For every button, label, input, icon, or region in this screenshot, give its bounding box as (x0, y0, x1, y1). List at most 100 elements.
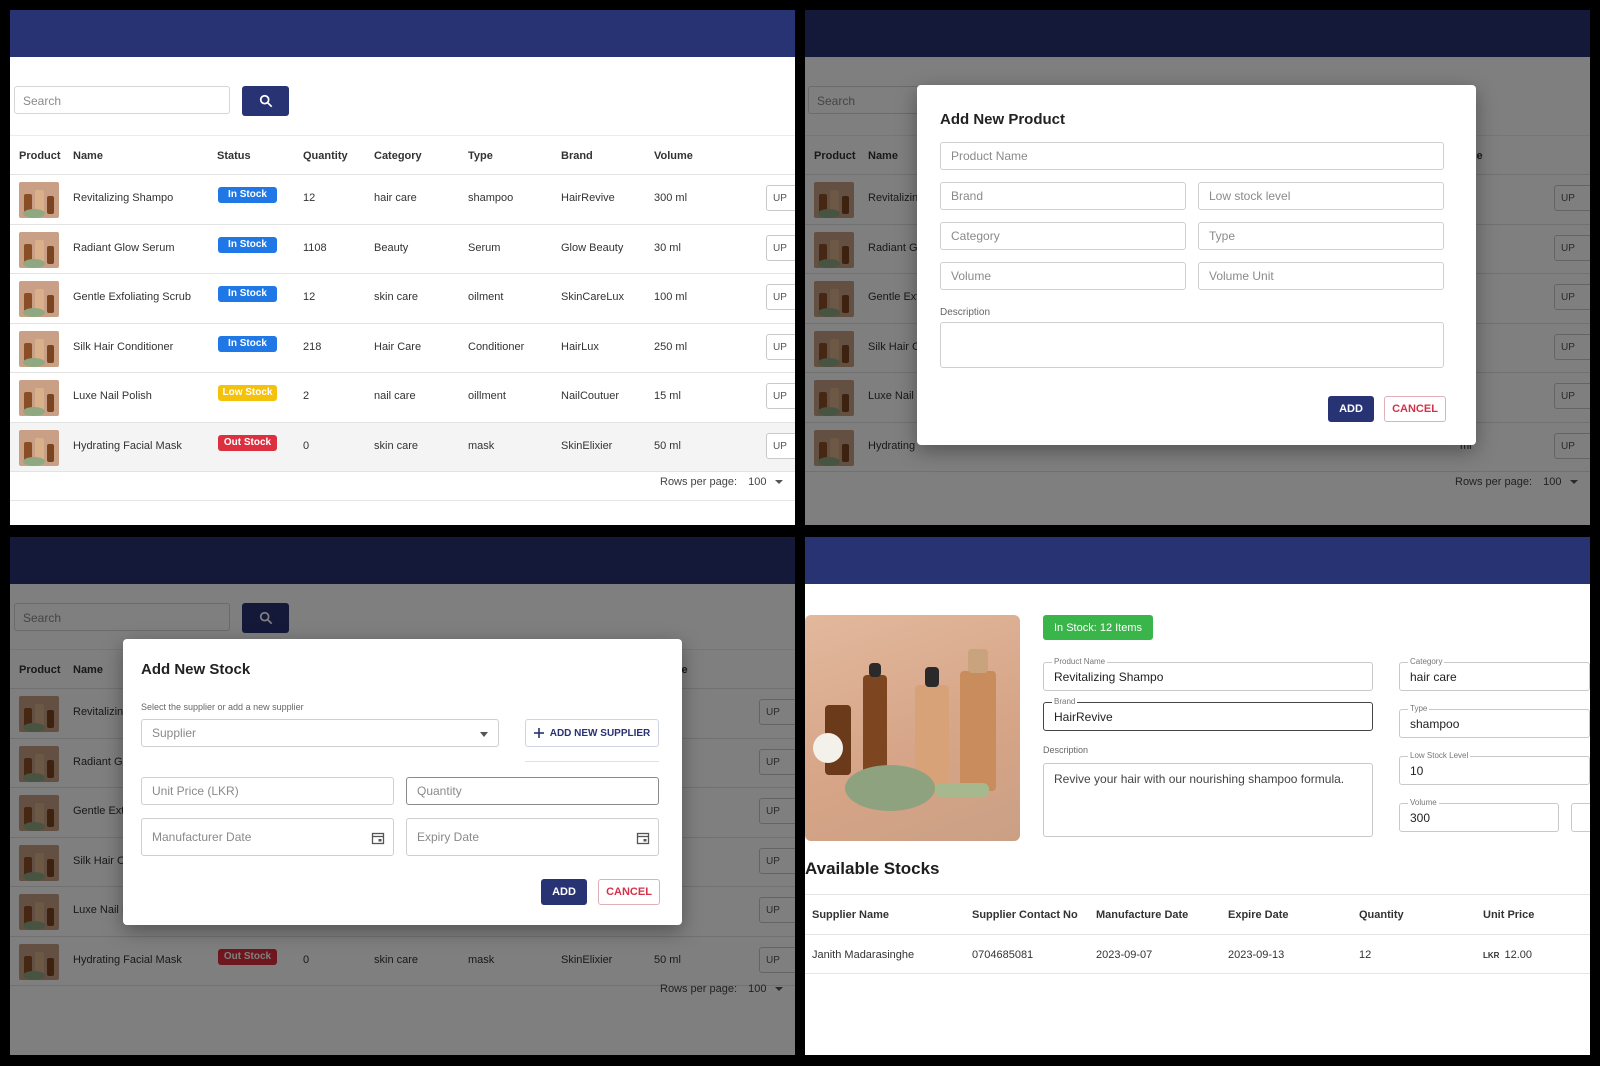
calendar-icon[interactable] (371, 831, 385, 845)
status-badge: In Stock (218, 335, 277, 352)
col-quantity: Quantity (303, 150, 348, 162)
category-label: Category (1408, 657, 1445, 666)
description-field[interactable]: Revive your hair with our nourishing sha… (1043, 763, 1373, 837)
status-badge: Out Stock (218, 434, 277, 451)
add-product-panel: Search Product Name ume RevitalizinmlUPR… (805, 10, 1590, 525)
quantity: 0 (303, 439, 310, 452)
product-thumbnail (19, 330, 59, 367)
search-input[interactable]: Search (14, 86, 230, 114)
chevron-down-icon (774, 480, 783, 485)
quantity-field[interactable]: Quantity (406, 777, 659, 805)
type-field[interactable]: Type (1198, 222, 1444, 250)
supplier-select[interactable]: Supplier (141, 719, 499, 747)
quantity: 1108 (303, 241, 327, 254)
add-button[interactable]: ADD (541, 879, 587, 905)
category: hair care (374, 192, 417, 204)
expiry-date-field[interactable]: Expiry Date (406, 818, 659, 856)
brand-field[interactable]: Brand (940, 182, 1186, 210)
description-field[interactable] (940, 322, 1444, 368)
update-button[interactable]: UP (766, 284, 795, 310)
product-table: Product Name Status Quantity Category Ty… (10, 135, 795, 472)
table-row[interactable]: Radiant Glow Serum 1108 Beauty Serum Glow Be… (10, 225, 795, 274)
type-field[interactable]: Type shampoo (1399, 704, 1590, 738)
description-label: Description (940, 307, 991, 318)
status-badge: In Stock (218, 286, 277, 302)
quantity: 218 (303, 340, 322, 353)
brand-field[interactable]: Brand HairRevive (1043, 697, 1373, 731)
product-list-panel: Search Product Name Status Quantity Cate… (10, 10, 795, 525)
type: Conditioner (468, 340, 525, 353)
supplier-select-value: Supplier (152, 726, 197, 740)
type: oilment (468, 291, 504, 303)
product-thumbnail (19, 231, 59, 268)
category-field[interactable]: Category hair care (1399, 657, 1590, 691)
volume-unit-field[interactable]: Volume Unit (1198, 262, 1444, 290)
unit-price: LKR 12.00 (1483, 949, 1532, 961)
col-status: Status (217, 150, 251, 162)
search-button[interactable] (242, 86, 289, 116)
add-new-supplier-button[interactable]: ADD NEW SUPPLIER (525, 719, 659, 747)
unit-price-field[interactable]: Unit Price (LKR) (141, 777, 394, 805)
volume-unit-field[interactable] (1571, 803, 1590, 832)
price-value: 12.00 (1504, 949, 1532, 961)
category: Hair Care (374, 340, 422, 353)
update-button[interactable]: UP (766, 333, 795, 360)
product-name-label: Product Name (1052, 657, 1108, 666)
brand: HairLux (561, 340, 599, 353)
update-button[interactable]: UP (766, 432, 795, 459)
update-button[interactable]: UP (766, 185, 795, 211)
add-stock-modal: Add New Stock Select the supplier or add… (123, 639, 682, 925)
table-row[interactable]: Gentle Exfoliating Scrub 12 skin care oilme… (10, 274, 795, 324)
table-row[interactable]: Hydrating Facial Mask 0 skin care mask SkinE… (10, 422, 795, 472)
volume: 50 ml (654, 439, 681, 452)
update-button[interactable]: UP (766, 234, 795, 261)
category-field[interactable]: Category (940, 222, 1186, 250)
add-button[interactable]: ADD (1328, 396, 1374, 422)
available-stocks-title: Available Stocks (805, 859, 940, 878)
table-row[interactable]: Janith Madarasinghe 0704685081 2023-09-0… (805, 934, 1590, 974)
rows-per-page-select[interactable]: 100 (748, 476, 766, 488)
add-product-modal: Add New Product Product Name Brand Low s… (917, 85, 1476, 445)
product-name-field[interactable]: Product Name (940, 142, 1444, 170)
low-stock-field[interactable]: Low stock level (1198, 182, 1444, 210)
status-badge: Low Stock (218, 385, 277, 401)
stock-status-chip: In Stock: 12 Items (1043, 615, 1153, 640)
cancel-button[interactable]: CANCEL (598, 879, 660, 905)
stocks-table-header: Supplier Name Supplier Contact No Manufa… (805, 894, 1590, 934)
status-badge: In Stock (218, 187, 277, 203)
divider (10, 500, 795, 501)
col-brand: Brand (561, 150, 593, 162)
type: Serum (468, 241, 501, 254)
cancel-button[interactable]: CANCEL (1384, 396, 1446, 422)
table-row[interactable]: Revitalizing Shampo 12 hair care shampoo Hai… (10, 175, 795, 225)
description-label: Description (1043, 745, 1089, 755)
supplier-name: Janith Madarasinghe (812, 949, 915, 961)
product-name-field[interactable]: Product Name Revitalizing Shampo (1043, 657, 1373, 691)
supplier-contact: 0704685081 (972, 949, 1034, 961)
col-category: Category (374, 150, 422, 162)
low-stock-field[interactable]: Low Stock Level 10 (1399, 751, 1590, 785)
type-label: Type (1408, 704, 1430, 713)
table-row[interactable]: Silk Hair Conditioner 218 Hair Care Conditi… (10, 324, 795, 373)
col-type: Type (468, 150, 493, 162)
manufacturer-date-field[interactable]: Manufacturer Date (141, 818, 394, 856)
volume: 250 ml (654, 340, 688, 353)
manufacturer-date-placeholder: Manufacturer Date (152, 830, 252, 844)
category: nail care (374, 390, 416, 402)
product-thumbnail (19, 281, 59, 317)
table-row[interactable]: Luxe Nail Polish 2 nail care oillment NailCo… (10, 373, 795, 423)
quantity: 12 (303, 291, 316, 303)
update-button[interactable]: UP (766, 383, 795, 409)
col-manufacture-date: Manufacture Date (1096, 909, 1189, 921)
product-name: Gentle Exfoliating Scrub (73, 291, 192, 303)
volume-field[interactable]: Volume 300 (1399, 798, 1559, 832)
pagination: Rows per page: 100 (660, 476, 783, 488)
divider (525, 761, 659, 762)
volume-field[interactable]: Volume (940, 262, 1186, 290)
status-badge: In Stock (218, 236, 277, 253)
brand: Glow Beauty (561, 241, 624, 254)
type-value: shampoo (1410, 716, 1460, 731)
product-name: Revitalizing Shampo (73, 192, 174, 204)
type: oillment (468, 390, 506, 402)
calendar-icon[interactable] (636, 831, 650, 845)
